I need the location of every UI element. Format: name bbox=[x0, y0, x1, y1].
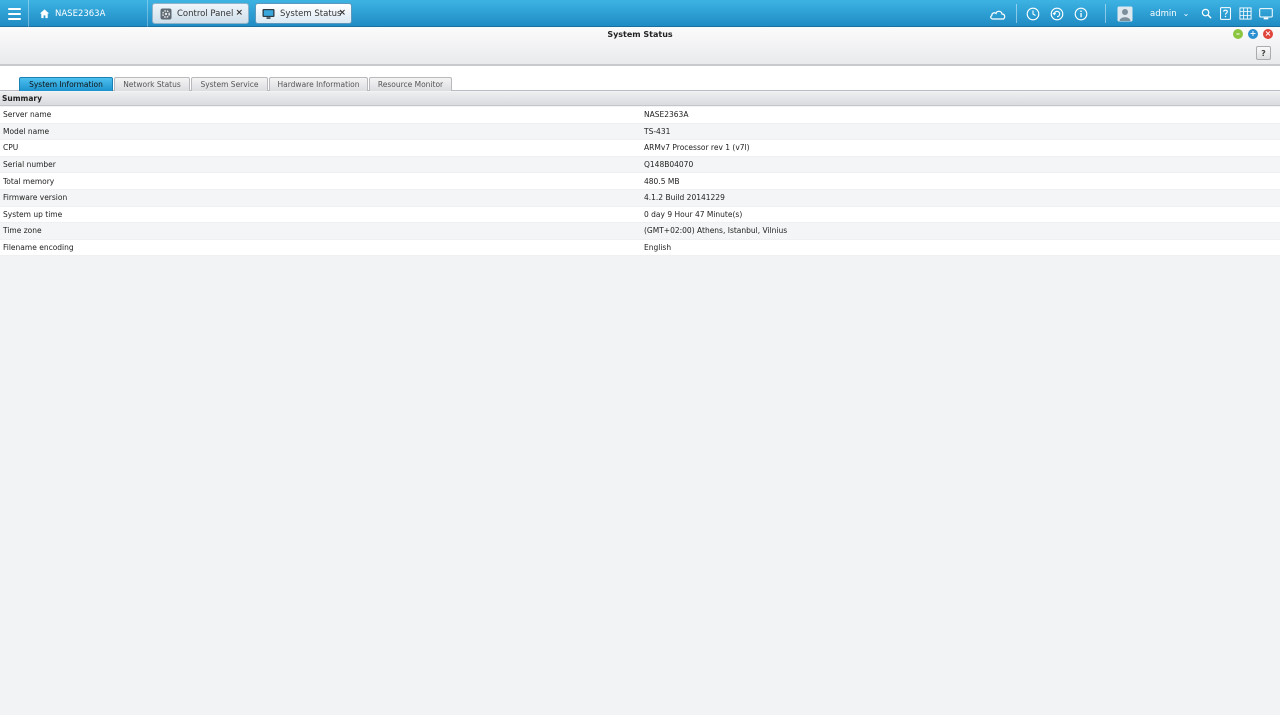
row-value: 4.1.2 Build 20141229 bbox=[644, 193, 725, 203]
tab-control-panel[interactable]: Control Panel × bbox=[152, 3, 249, 24]
close-icon[interactable]: × bbox=[1263, 29, 1273, 39]
tab-label: System Status bbox=[280, 8, 342, 19]
table-row: CPU ARMv7 Processor rev 1 (v7l) bbox=[0, 140, 1280, 157]
row-key: Firmware version bbox=[3, 193, 68, 203]
help-button[interactable]: ? bbox=[1256, 46, 1271, 60]
search-icon[interactable] bbox=[1199, 0, 1213, 27]
row-key: Server name bbox=[3, 110, 52, 120]
window-title: System Status bbox=[607, 30, 673, 39]
cloud-icon[interactable] bbox=[988, 0, 1008, 27]
toolbar-separator bbox=[1016, 4, 1017, 23]
row-key: CPU bbox=[3, 143, 19, 153]
row-key: Filename encoding bbox=[3, 243, 74, 253]
user-avatar-icon[interactable] bbox=[1116, 0, 1134, 27]
taskbar: NASE2363A Control Panel × System Status … bbox=[0, 0, 1280, 27]
row-value: Q148B04070 bbox=[644, 160, 694, 170]
row-value: (GMT+02:00) Athens, Istanbul, Vilnius bbox=[644, 226, 788, 236]
table-row: Firmware version 4.1.2 Build 20141229 bbox=[0, 189, 1280, 207]
table-row: Serial number Q148B04070 bbox=[0, 156, 1280, 174]
monitor-icon bbox=[262, 8, 275, 20]
menu-line-icon bbox=[7, 17, 21, 20]
tab-hardware-information[interactable]: Hardware Information bbox=[269, 77, 368, 91]
row-key: Model name bbox=[3, 126, 50, 136]
close-tab-icon[interactable]: × bbox=[235, 8, 243, 18]
tab-network-status[interactable]: Network Status bbox=[114, 77, 190, 91]
table-row: Model name TS-431 bbox=[0, 123, 1280, 141]
globe-grid-icon[interactable] bbox=[1237, 0, 1253, 27]
table-row: System up time 0 day 9 Hour 47 Minute(s) bbox=[0, 206, 1280, 224]
menu-line-icon bbox=[7, 12, 21, 15]
info-icon[interactable] bbox=[1072, 0, 1090, 27]
row-value: ARMv7 Processor rev 1 (v7l) bbox=[644, 143, 750, 153]
tab-resource-monitor[interactable]: Resource Monitor bbox=[369, 77, 452, 91]
home-icon bbox=[39, 9, 50, 19]
row-key: System up time bbox=[3, 209, 63, 219]
tab-system-information[interactable]: System Information bbox=[19, 77, 113, 91]
tab-system-service[interactable]: System Service bbox=[191, 77, 268, 91]
menu-line-icon bbox=[7, 7, 21, 10]
toolbar-separator bbox=[1105, 4, 1106, 23]
tab-system-status[interactable]: System Status × bbox=[255, 3, 352, 24]
minimize-icon[interactable]: – bbox=[1233, 29, 1243, 39]
summary-table: Server name NASE2363A Model name TS-431 … bbox=[0, 107, 1280, 257]
background-task-icon[interactable] bbox=[1024, 0, 1042, 27]
tab-label: Control Panel bbox=[177, 8, 234, 19]
table-row: Total memory 480.5 MB bbox=[0, 173, 1280, 190]
row-value: 480.5 MB bbox=[644, 176, 680, 186]
main-menu-button[interactable] bbox=[0, 0, 29, 27]
table-row: Time zone (GMT+02:00) Athens, Istanbul, … bbox=[0, 223, 1280, 240]
desktop-icon[interactable] bbox=[1257, 0, 1274, 27]
user-name: admin bbox=[1150, 8, 1177, 19]
row-value: 0 day 9 Hour 47 Minute(s) bbox=[644, 209, 743, 219]
chevron-down-icon: ⌄ bbox=[1182, 9, 1190, 18]
row-key: Serial number bbox=[3, 160, 56, 170]
table-row: Filename encoding English bbox=[0, 239, 1280, 257]
row-key: Total memory bbox=[3, 176, 55, 186]
home-label: NASE2363A bbox=[55, 8, 106, 19]
home-tab[interactable]: NASE2363A bbox=[30, 0, 148, 27]
gear-icon bbox=[159, 8, 172, 20]
user-menu[interactable]: admin ⌄ bbox=[1150, 0, 1189, 27]
row-value: English bbox=[644, 243, 672, 253]
summary-header: Summary bbox=[0, 92, 1280, 106]
subtab-bar: System Information Network Status System… bbox=[0, 66, 1280, 91]
table-row: Server name NASE2363A bbox=[0, 107, 1280, 124]
maximize-icon[interactable]: + bbox=[1248, 29, 1258, 39]
window-header: System Status – + × ? bbox=[0, 27, 1280, 66]
row-value: NASE2363A bbox=[644, 110, 689, 120]
close-tab-icon[interactable]: × bbox=[338, 8, 346, 18]
row-key: Time zone bbox=[3, 226, 42, 236]
help-icon[interactable] bbox=[1218, 0, 1232, 27]
refresh-icon[interactable] bbox=[1048, 0, 1066, 27]
row-value: TS-431 bbox=[644, 126, 671, 136]
